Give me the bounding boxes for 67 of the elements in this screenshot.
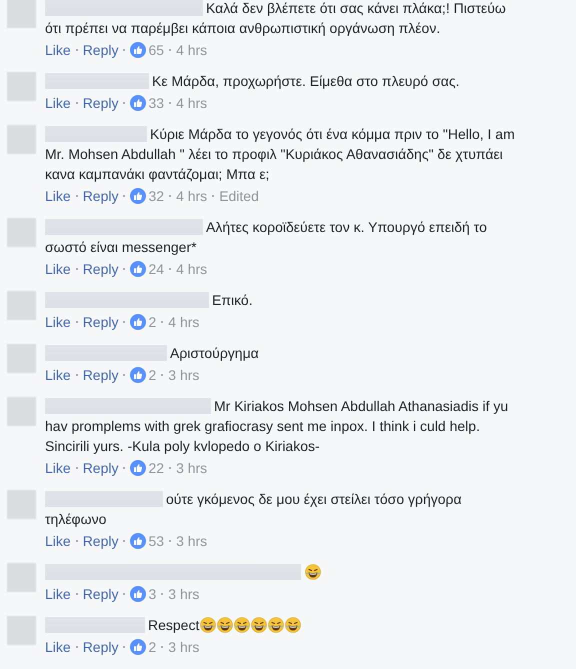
- like-link[interactable]: Like: [45, 312, 71, 332]
- reply-link[interactable]: Reply: [82, 637, 118, 657]
- comment-text: Αλήτες κοροϊδεύετε τον κ. Υπουργό επειδή το σωστό είναι messenger*: [45, 219, 487, 255]
- like-count: 32: [148, 187, 164, 206]
- laughing-face-icon: [268, 617, 284, 633]
- comment-text: Κε Μάρδα, προχωρήστε. Είμεθα στο πλευρό σας.: [152, 73, 460, 89]
- comment-time: 4 hrs: [176, 94, 208, 113]
- like-count: 53: [148, 532, 164, 551]
- edited-label: Edited: [219, 187, 259, 206]
- thumbs-up-icon[interactable]: [130, 188, 146, 204]
- reply-link[interactable]: Reply: [82, 531, 118, 551]
- thumbs-up-icon[interactable]: [130, 261, 146, 277]
- comment-text: Καλά δεν βλέπετε ότι σας κάνει πλάκα;! Πιστεύω ότι πρέπει να παρέμβει κάποια ανθρωπιστική οργάνωση πλέον.: [45, 0, 506, 36]
- reply-link[interactable]: Reply: [82, 312, 118, 332]
- laughing-face-icon: [251, 617, 268, 633]
- comment-time: 3 hrs: [168, 638, 200, 657]
- thumbs-up-icon[interactable]: [130, 367, 146, 383]
- like-count: 2: [148, 313, 156, 332]
- like-link[interactable]: Like: [45, 259, 71, 279]
- reply-link[interactable]: Reply: [82, 93, 118, 113]
- comment-text: Επικό.: [212, 292, 253, 308]
- comment-time: 3 hrs: [176, 459, 208, 478]
- thumbs-up-icon[interactable]: [130, 533, 146, 549]
- laughing-face-icon: [305, 564, 321, 580]
- comment-time: 4 hrs: [168, 313, 200, 332]
- reply-link[interactable]: Reply: [82, 186, 118, 206]
- like-link[interactable]: Like: [45, 458, 71, 478]
- thumbs-up-icon[interactable]: [130, 460, 146, 476]
- like-link[interactable]: Like: [45, 531, 71, 551]
- like-count: 2: [148, 638, 156, 657]
- reply-link[interactable]: Reply: [82, 40, 118, 60]
- like-count: 3: [148, 585, 156, 604]
- like-count: 33: [148, 94, 164, 113]
- comment-time: 3 hrs: [168, 366, 200, 385]
- laughing-face-icon: [200, 617, 216, 633]
- comment-time: 4 hrs: [176, 260, 208, 279]
- like-link[interactable]: Like: [45, 186, 71, 206]
- reply-link[interactable]: Reply: [82, 259, 118, 279]
- reply-link[interactable]: Reply: [82, 365, 118, 385]
- comment-time: 4 hrs: [176, 41, 208, 60]
- like-link[interactable]: Like: [45, 365, 71, 385]
- like-link[interactable]: Like: [45, 637, 71, 657]
- thumbs-up-icon[interactable]: [130, 95, 146, 111]
- comment-text: Κύριε Μάρδα το γεγονός ότι ένα κόμμα πριν το "Hello, I am Mr. Mohsen Abdullah " λέει το προφιλ "Κυριάκος Αθανασιάδης" δε χτυπάει κανα καμπανάκι φαντάζομαι; Μπα ε;: [45, 126, 515, 182]
- comment-time: 3 hrs: [176, 532, 208, 551]
- laughing-face-icon: [217, 617, 234, 633]
- reply-link[interactable]: Reply: [82, 584, 118, 604]
- laughing-face-icon: [234, 617, 250, 633]
- comment-time: 3 hrs: [168, 585, 200, 604]
- reply-link[interactable]: Reply: [82, 458, 118, 478]
- like-count: 65: [148, 41, 164, 60]
- like-link[interactable]: Like: [45, 93, 71, 113]
- thumbs-up-icon[interactable]: [130, 314, 146, 330]
- like-count: 2: [148, 366, 156, 385]
- like-count: 22: [148, 459, 164, 478]
- comment-text: Αριστούργημα: [170, 345, 259, 361]
- thumbs-up-icon[interactable]: [130, 586, 146, 602]
- comment-time: 4 hrs: [176, 187, 208, 206]
- thumbs-up-icon[interactable]: [130, 42, 146, 58]
- laughing-face-icon: [285, 617, 302, 633]
- like-link[interactable]: Like: [45, 40, 71, 60]
- comment-text: ούτε γκόμενος δε μου έχει στείλει τόσο γρήγορα τηλέφωνο: [45, 491, 462, 527]
- comment-text: Mr Kiriakos Mohsen Abdullah Athanasiadis if yu hav promplems with grek grafiocrasy sent me inpox. I think i culd help. Sincirili yurs. -Kula poly kvlopedo o Kiriakos-: [45, 398, 508, 454]
- like-link[interactable]: Like: [45, 584, 71, 604]
- like-count: 24: [148, 260, 164, 279]
- comment-text: Respect: [148, 617, 200, 633]
- thumbs-up-icon[interactable]: [130, 639, 146, 655]
